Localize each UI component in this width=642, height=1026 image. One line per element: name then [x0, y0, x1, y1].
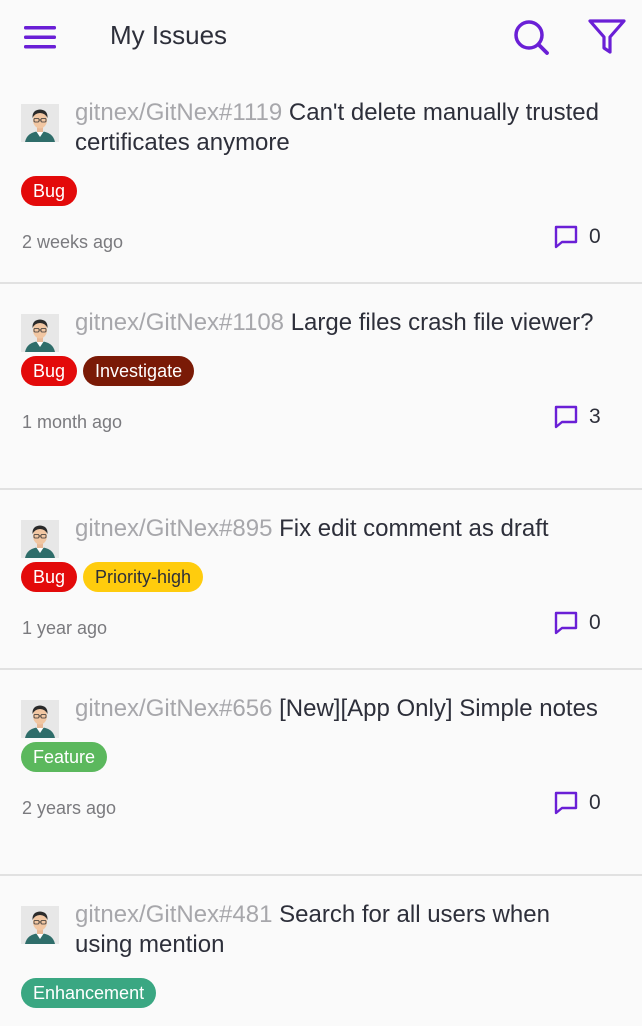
label-badge: Bug	[21, 356, 78, 386]
issue-card[interactable]: gitnex/GitNex#895 Fix edit comment as dr…	[0, 490, 642, 670]
issue-reference: gitnex/GitNex#481	[75, 901, 273, 928]
page-title: My Issues	[110, 20, 228, 50]
issue-card[interactable]: gitnex/GitNex#1108 Large files crash fil…	[0, 284, 642, 490]
issue-card[interactable]: gitnex/GitNex#1119 Can't delete manually…	[0, 74, 642, 284]
issue-reference: gitnex/GitNex#895	[75, 515, 273, 542]
avatar[interactable]	[21, 520, 59, 558]
comments-counter[interactable]: 0	[553, 790, 601, 820]
label-badge: Enhancement	[21, 978, 157, 1008]
issue-reference: gitnex/GitNex#1119	[75, 99, 283, 126]
label-badge: Bug	[21, 176, 78, 206]
issue-timestamp: 2 years ago	[22, 798, 117, 818]
issue-timestamp: 1 month ago	[22, 412, 123, 432]
label-badge: Priority-high	[83, 562, 204, 592]
issue-labels: Bug	[21, 176, 642, 206]
comments-counter[interactable]: 0	[553, 224, 601, 254]
issue-reference: gitnex/GitNex#656	[75, 695, 273, 722]
issues-list: gitnex/GitNex#1119 Can't delete manually…	[0, 74, 642, 1026]
comment-count: 0	[589, 225, 601, 248]
comment-count: 0	[589, 611, 601, 634]
comment-icon	[554, 791, 578, 815]
issue-card[interactable]: gitnex/GitNex#481 Search for all users w…	[0, 876, 642, 1026]
issue-labels: Bug Priority-high	[21, 562, 642, 592]
comment-icon	[554, 225, 578, 249]
avatar[interactable]	[21, 314, 59, 352]
comment-icon	[554, 405, 578, 429]
issue-meta: 2 weeks ago 0	[0, 222, 642, 260]
search-icon[interactable]	[510, 16, 552, 58]
issue-card[interactable]: gitnex/GitNex#656 [New][App Only] Simple…	[0, 670, 642, 876]
issue-meta: 2 years ago 0	[0, 788, 642, 826]
issue-labels: Enhancement	[21, 978, 642, 1008]
issue-labels: Bug Investigate	[21, 356, 642, 386]
issue-labels: Feature	[21, 742, 642, 772]
issue-meta: 1 month ago 3	[0, 402, 642, 440]
avatar[interactable]	[21, 700, 59, 738]
comment-icon	[554, 611, 578, 635]
filter-icon[interactable]	[586, 16, 628, 58]
label-badge: Feature	[21, 742, 108, 772]
issue-title[interactable]: gitnex/GitNex#656 [New][App Only] Simple…	[75, 670, 602, 724]
label-badge: Investigate	[83, 356, 195, 386]
issue-title[interactable]: gitnex/GitNex#895 Fix edit comment as dr…	[75, 490, 602, 544]
menu-icon[interactable]	[22, 22, 58, 52]
issue-meta: 1 year ago 0	[0, 608, 642, 646]
issue-title[interactable]: gitnex/GitNex#481 Search for all users w…	[75, 876, 602, 960]
issue-title[interactable]: gitnex/GitNex#1119 Can't delete manually…	[75, 74, 602, 158]
label-badge: Bug	[21, 562, 78, 592]
avatar[interactable]	[21, 906, 59, 944]
app-bar: My Issues	[0, 0, 642, 74]
comment-count: 3	[589, 405, 601, 428]
issue-title-text: Fix edit comment as draft	[279, 515, 549, 542]
issue-timestamp: 2 weeks ago	[22, 232, 124, 252]
avatar[interactable]	[21, 104, 59, 142]
comments-counter[interactable]: 0	[553, 610, 601, 640]
issue-title-text: [New][App Only] Simple notes	[279, 695, 598, 722]
comments-counter[interactable]: 3	[553, 404, 601, 434]
issue-title[interactable]: gitnex/GitNex#1108 Large files crash fil…	[75, 284, 602, 338]
issue-reference: gitnex/GitNex#1108	[75, 309, 285, 336]
issue-title-text: Large files crash file viewer?	[290, 309, 594, 336]
issue-timestamp: 1 year ago	[22, 618, 108, 638]
comment-count: 0	[589, 791, 601, 814]
